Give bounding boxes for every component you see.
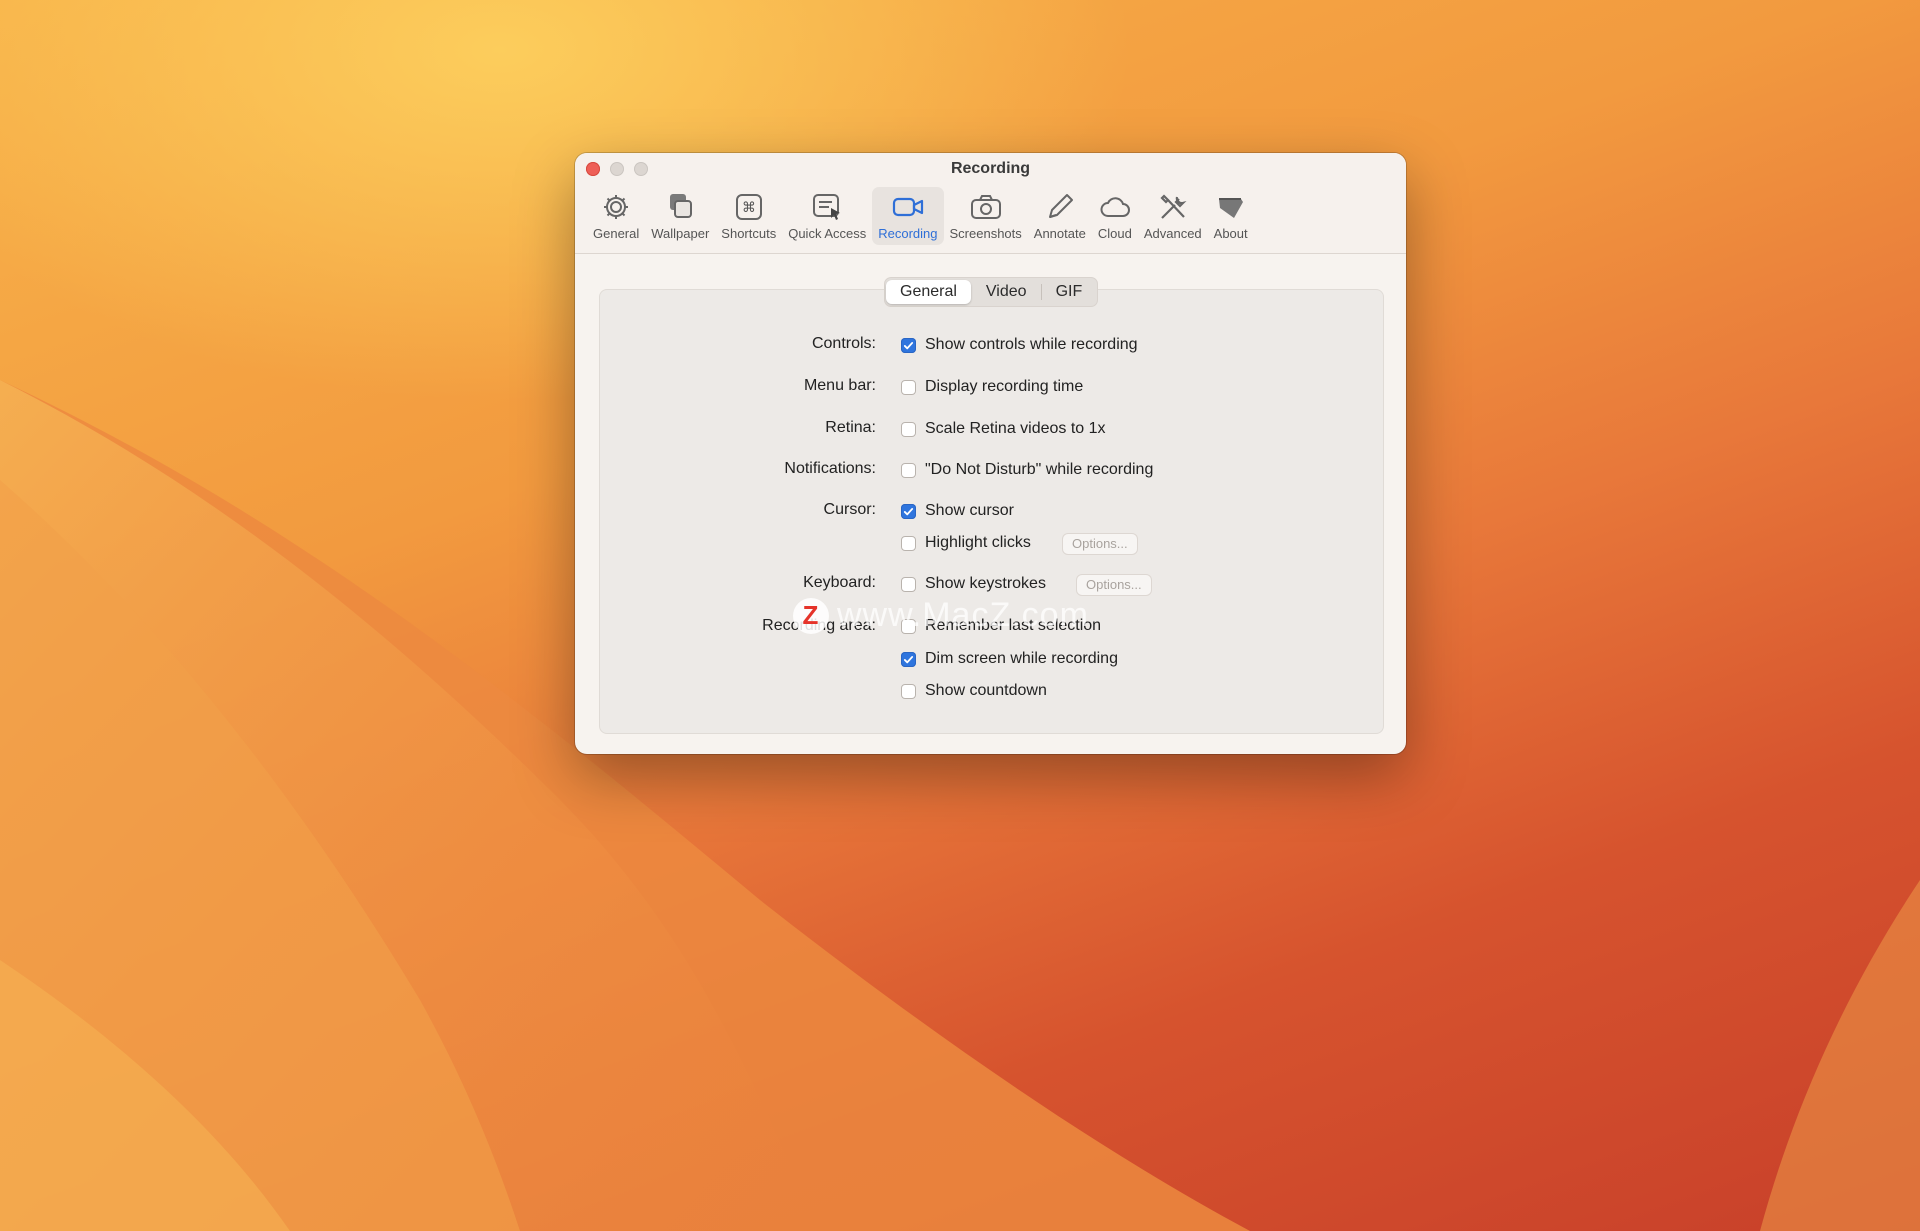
preferences-toolbar: General Wallpaper ⌘ Shortcuts Quick Acce… xyxy=(587,187,1254,245)
checkmark-icon xyxy=(903,341,914,349)
dnd-checkbox[interactable] xyxy=(901,462,916,478)
dnd-text: "Do Not Disturb" while recording xyxy=(925,461,1154,478)
tools-icon xyxy=(1160,194,1187,219)
show-countdown-text: Show countdown xyxy=(925,682,1047,699)
display-time-checkbox[interactable] xyxy=(901,379,916,395)
show-cursor-checkbox[interactable] xyxy=(901,503,916,519)
tab-gif[interactable]: GIF xyxy=(1042,280,1097,304)
window-titlebar: Recording General Wallpaper ⌘ Shortcuts … xyxy=(575,153,1406,254)
notifications-label: Notifications: xyxy=(784,460,876,477)
dim-screen-text: Dim screen while recording xyxy=(925,650,1118,667)
scale-retina-checkbox[interactable] xyxy=(901,421,916,437)
gear-icon xyxy=(604,195,629,219)
toolbar-item-about[interactable]: About xyxy=(1208,187,1254,245)
window-title: Recording xyxy=(950,160,1031,177)
toolbar-label: Annotate xyxy=(1033,226,1086,241)
scale-retina-text: Scale Retina videos to 1x xyxy=(925,420,1106,437)
highlight-clicks-options-button[interactable]: Options... xyxy=(1063,534,1137,554)
toolbar-item-general[interactable]: General xyxy=(587,187,645,245)
pencil-icon xyxy=(1048,194,1073,218)
highlight-clicks-option[interactable]: Highlight clicks xyxy=(901,534,1031,552)
toolbar-item-shortcuts[interactable]: ⌘ Shortcuts xyxy=(715,187,782,245)
watermark-logo: Z xyxy=(793,597,829,634)
toolbar-label: Screenshots xyxy=(949,226,1022,241)
toolbar-item-annotate[interactable]: Annotate xyxy=(1028,187,1092,245)
checkmark-icon xyxy=(903,507,914,515)
toolbar-label: Quick Access xyxy=(788,226,867,241)
toolbar-label: Cloud xyxy=(1097,226,1132,241)
show-keystrokes-text: Show keystrokes xyxy=(925,575,1046,592)
toolbar-item-quick-access[interactable]: Quick Access xyxy=(782,187,872,245)
cloud-icon xyxy=(1100,197,1130,217)
display-time-text: Display recording time xyxy=(925,378,1084,395)
dim-screen-checkbox[interactable] xyxy=(901,651,916,667)
highlight-clicks-text: Highlight clicks xyxy=(925,534,1031,551)
tab-video[interactable]: Video xyxy=(972,280,1041,304)
show-cursor-option[interactable]: Show cursor xyxy=(901,502,1014,520)
dnd-option[interactable]: "Do Not Disturb" while recording xyxy=(901,461,1153,479)
show-controls-checkbox[interactable] xyxy=(901,337,916,353)
show-controls-text: Show controls while recording xyxy=(925,336,1138,353)
show-keystrokes-option[interactable]: Show keystrokes xyxy=(901,575,1046,593)
video-camera-icon xyxy=(892,197,923,217)
show-countdown-checkbox[interactable] xyxy=(901,683,916,699)
highlight-clicks-checkbox[interactable] xyxy=(901,535,916,551)
about-icon xyxy=(1218,198,1243,218)
camera-icon xyxy=(970,195,1001,219)
toolbar-label: About xyxy=(1213,226,1248,241)
retina-label: Retina: xyxy=(825,419,876,436)
display-time-option[interactable]: Display recording time xyxy=(901,378,1083,396)
tab-general[interactable]: General xyxy=(886,280,971,304)
watermark: Z www.MacZ.com xyxy=(793,596,1089,635)
svg-text:⌘: ⌘ xyxy=(742,200,756,216)
toolbar-item-screenshots[interactable]: Screenshots xyxy=(944,187,1028,245)
command-key-icon: ⌘ xyxy=(735,194,762,220)
show-controls-option[interactable]: Show controls while recording xyxy=(901,336,1138,354)
scale-retina-option[interactable]: Scale Retina videos to 1x xyxy=(901,420,1106,438)
watermark-text: www.MacZ.com xyxy=(837,596,1089,634)
toolbar-label: Recording xyxy=(878,226,938,241)
controls-label: Controls: xyxy=(811,335,876,352)
show-keystrokes-checkbox[interactable] xyxy=(901,576,916,592)
toolbar-label: Shortcuts xyxy=(721,226,777,241)
cursor-label: Cursor: xyxy=(823,501,876,518)
dim-screen-option[interactable]: Dim screen while recording xyxy=(901,650,1118,668)
wallpaper-icon xyxy=(670,194,693,218)
toolbar-label: Wallpaper xyxy=(651,226,710,241)
quick-access-icon xyxy=(813,194,841,220)
section-tabs: General Video GIF xyxy=(884,277,1099,307)
keyboard-label: Keyboard: xyxy=(803,574,876,591)
show-cursor-text: Show cursor xyxy=(925,502,1014,519)
menu-bar-label: Menu bar: xyxy=(803,377,876,394)
checkmark-icon xyxy=(903,655,914,663)
keystrokes-options-button[interactable]: Options... xyxy=(1077,575,1151,595)
toolbar-label: General xyxy=(593,226,640,241)
toolbar-item-wallpaper[interactable]: Wallpaper xyxy=(645,187,715,245)
show-countdown-option[interactable]: Show countdown xyxy=(901,682,1047,700)
toolbar-item-cloud[interactable]: Cloud xyxy=(1092,187,1138,245)
toolbar-item-recording[interactable]: Recording xyxy=(872,187,944,245)
toolbar-item-advanced[interactable]: Advanced xyxy=(1138,187,1208,245)
toolbar-label: Advanced xyxy=(1143,226,1202,241)
